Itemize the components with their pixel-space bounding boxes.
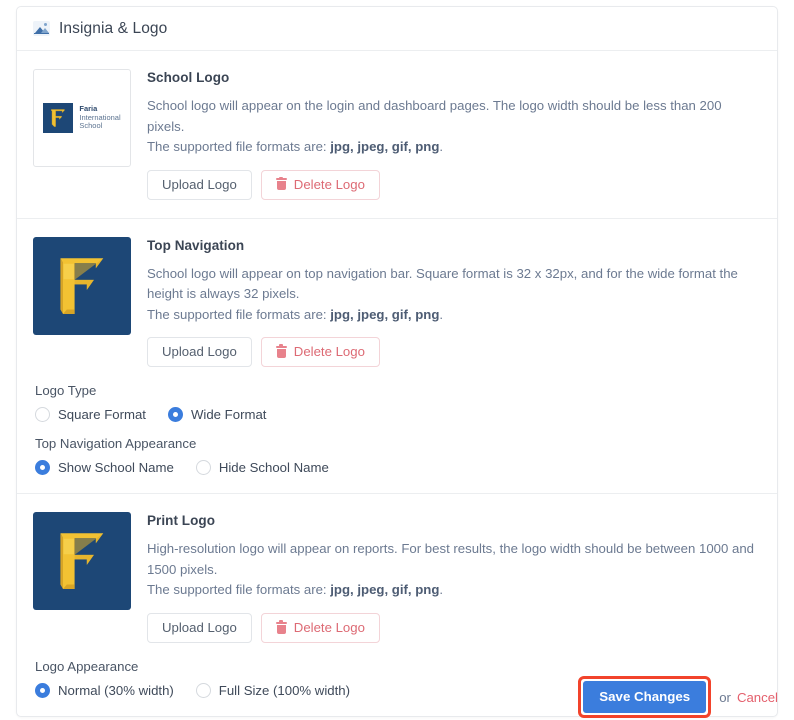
faria-f-mark-icon bbox=[33, 512, 131, 610]
section-top-navigation: Top Navigation School logo will appear o… bbox=[17, 219, 777, 495]
school-name-lockup-text: Faria International School bbox=[79, 105, 120, 131]
radio-wide-format[interactable]: Wide Format bbox=[167, 407, 267, 423]
top-navigation-desc-line-2-prefix: The supported file formats are: bbox=[147, 306, 331, 322]
trash-icon bbox=[275, 176, 287, 191]
form-footer: Save Changes or Cancel bbox=[16, 676, 778, 719]
radio-wide-format-label: Wide Format bbox=[190, 407, 267, 423]
f-letterform bbox=[60, 257, 104, 314]
card-header: Insignia & Logo bbox=[17, 7, 777, 51]
top-navigation-actions: Upload Logo Delete Logo bbox=[147, 337, 761, 368]
delete-logo-button-school[interactable]: Delete Logo bbox=[260, 169, 380, 200]
footer-or-text: or bbox=[719, 689, 731, 705]
delete-logo-label-top-navigation: Delete Logo bbox=[293, 344, 365, 360]
radio-indicator[interactable] bbox=[167, 407, 183, 423]
print-logo-title: Print Logo bbox=[147, 513, 215, 529]
delete-logo-button-top-navigation[interactable]: Delete Logo bbox=[260, 337, 380, 368]
cancel-link[interactable]: Cancel bbox=[737, 690, 778, 705]
logo-type-label: Logo Type bbox=[35, 383, 97, 399]
logo-appearance-label: Logo Appearance bbox=[35, 659, 139, 675]
save-changes-button[interactable]: Save Changes bbox=[583, 681, 707, 714]
print-logo-actions: Upload Logo Delete Logo bbox=[147, 612, 761, 644]
print-logo-body: Print Logo High-resolution logo will app… bbox=[147, 512, 761, 644]
print-logo-media-row: Print Logo High-resolution logo will app… bbox=[33, 512, 761, 644]
top-navigation-appearance-radio-group: Show School Name Hide School Name bbox=[35, 460, 761, 476]
top-navigation-formats: jpg, jpeg, gif, png bbox=[330, 306, 440, 322]
school-logo-formats: jpg, jpeg, gif, png bbox=[330, 139, 440, 154]
trash-icon bbox=[275, 344, 287, 358]
radio-show-school-name-label: Show School Name bbox=[58, 460, 174, 476]
top-navigation-description: School logo will appear on top navigatio… bbox=[147, 264, 761, 326]
school-logo-description: School logo will appear on the login and… bbox=[147, 96, 761, 158]
upload-logo-button-top-navigation[interactable]: Upload Logo bbox=[147, 337, 252, 368]
faria-f-mark-icon bbox=[33, 237, 131, 335]
radio-indicator[interactable] bbox=[195, 460, 211, 476]
school-logo-desc-line-2-suffix: . bbox=[439, 139, 444, 154]
upload-logo-button-school[interactable]: Upload Logo bbox=[147, 169, 252, 200]
school-logo-actions: Upload Logo Delete Logo bbox=[147, 169, 761, 200]
school-logo-media-row: Faria International School School Logo S… bbox=[33, 69, 761, 200]
print-logo-desc-line-1: High-resolution logo will appear on repo… bbox=[147, 541, 754, 577]
school-logo-preview: Faria International School bbox=[33, 69, 131, 167]
upload-logo-button-print[interactable]: Upload Logo bbox=[147, 612, 252, 644]
print-logo-formats: jpg, jpeg, gif, png bbox=[330, 582, 440, 598]
delete-logo-button-print[interactable]: Delete Logo bbox=[260, 612, 380, 644]
school-logo-desc-line-2-prefix: The supported file formats are: bbox=[147, 139, 331, 154]
school-logo-title: School Logo bbox=[147, 70, 230, 85]
image-mountain-icon bbox=[33, 21, 50, 36]
save-button-highlight-ring: Save Changes bbox=[578, 676, 712, 719]
delete-logo-label-print: Delete Logo bbox=[293, 619, 365, 635]
insignia-logo-card: Insignia & Logo Faria International Scho… bbox=[16, 6, 778, 718]
school-logo-desc-line-1: School logo will appear on the login and… bbox=[147, 98, 722, 134]
top-navigation-desc-line-1: School logo will appear on top navigatio… bbox=[147, 265, 738, 302]
school-name-line-3: School bbox=[79, 121, 103, 131]
print-logo-preview bbox=[33, 512, 131, 611]
top-navigation-logo-preview bbox=[33, 236, 131, 335]
trash-icon bbox=[275, 620, 287, 634]
print-logo-description: High-resolution logo will appear on repo… bbox=[147, 539, 761, 601]
faria-f-mark-icon bbox=[43, 103, 74, 133]
print-logo-desc-line-2-prefix: The supported file formats are: bbox=[147, 582, 331, 598]
radio-square-format-label: Square Format bbox=[58, 407, 146, 423]
radio-square-format[interactable]: Square Format bbox=[35, 407, 146, 423]
logo-type-radio-group: Square Format Wide Format bbox=[35, 407, 761, 423]
print-logo-desc-line-2-suffix: . bbox=[439, 582, 444, 598]
school-logo-body: School Logo School logo will appear on t… bbox=[147, 69, 761, 200]
top-navigation-appearance-label: Top Navigation Appearance bbox=[35, 436, 197, 452]
delete-logo-label-school: Delete Logo bbox=[293, 176, 365, 192]
radio-indicator[interactable] bbox=[35, 407, 50, 423]
f-letterform bbox=[51, 109, 66, 127]
top-navigation-media-row: Top Navigation School logo will appear o… bbox=[33, 236, 761, 368]
top-navigation-body: Top Navigation School logo will appear o… bbox=[147, 237, 761, 368]
radio-hide-school-name[interactable]: Hide School Name bbox=[195, 460, 329, 476]
page-title: Insignia & Logo bbox=[59, 19, 168, 37]
radio-hide-school-name-label: Hide School Name bbox=[218, 460, 329, 476]
top-navigation-title: Top Navigation bbox=[147, 237, 245, 253]
radio-indicator[interactable] bbox=[35, 460, 50, 476]
insignia-logo-settings-page: Insignia & Logo Faria International Scho… bbox=[0, 0, 794, 720]
school-logo-lockup: Faria International School bbox=[43, 103, 121, 133]
radio-show-school-name[interactable]: Show School Name bbox=[35, 460, 174, 476]
f-letterform bbox=[60, 533, 104, 590]
section-school-logo: Faria International School School Logo S… bbox=[17, 51, 777, 219]
top-navigation-desc-line-2-suffix: . bbox=[439, 306, 444, 322]
